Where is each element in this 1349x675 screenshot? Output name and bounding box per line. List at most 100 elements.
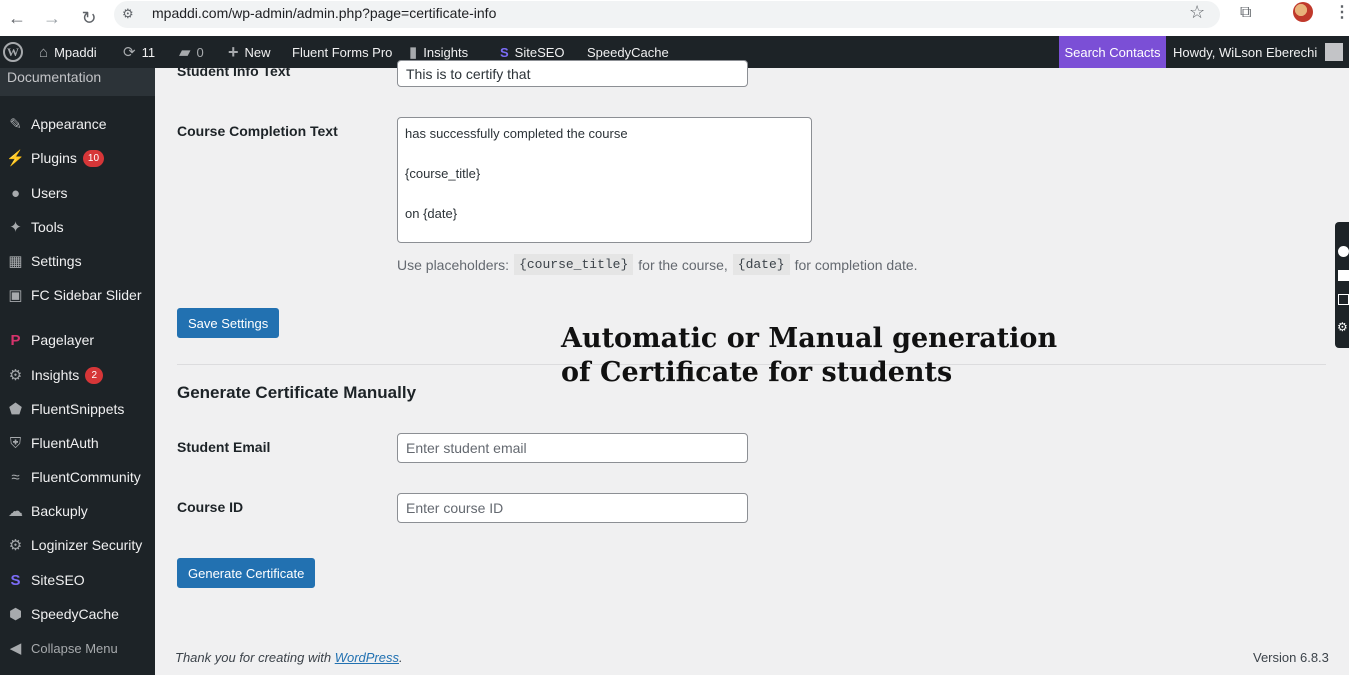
sidebar-item-label: Settings — [31, 253, 82, 269]
browser-menu-icon[interactable]: ⋮ — [1334, 2, 1349, 22]
updates-count: 11 — [141, 44, 156, 60]
updates-link[interactable]: ⟳ 11 — [123, 36, 155, 68]
reload-icon[interactable]: ↻ — [75, 4, 103, 32]
sidebar-item-label: Users — [31, 185, 68, 201]
bookmark-star-icon[interactable]: ☆ — [1189, 2, 1205, 23]
widget-outline-icon — [1338, 294, 1349, 305]
sidebar-item-pagelayer[interactable]: P Pagelayer — [0, 323, 155, 357]
collapse-menu-label: Collapse Menu — [31, 640, 118, 656]
speedycache-icon: ⬢ — [8, 606, 23, 623]
sidebar-item-insights[interactable]: ⚙ Insights 2 — [0, 358, 155, 392]
sidebar-item-fluentcommunity[interactable]: ≈ FluentCommunity — [0, 460, 155, 494]
user-avatar — [1325, 43, 1344, 61]
overlay-caption-line1: Automatic or Manual generation — [561, 323, 1058, 354]
sidebar-item-documentation[interactable]: Documentation — [0, 68, 155, 96]
browser-toolbar: ← → ↻ ⚙ mpaddi.com/wp-admin/admin.php?pa… — [0, 0, 1349, 36]
sidebar-item-label: Insights — [31, 367, 80, 383]
sidebar-item-tools[interactable]: ✦ Tools — [0, 210, 155, 244]
new-label: New — [244, 44, 271, 60]
footer-thanks-text: Thank you for creating with — [175, 650, 332, 665]
admin-sidebar: Documentation ✎ Appearance ⚡ Plugins 10 … — [0, 68, 155, 675]
sidebar-item-fc-sidebar-slider[interactable]: ▣ FC Sidebar Slider — [0, 278, 155, 312]
sidebar-item-label: FluentSnippets — [31, 401, 125, 417]
home-icon: ⌂ — [39, 43, 49, 61]
sidebar-item-loginizer-security[interactable]: ⚙ Loginizer Security — [0, 528, 155, 562]
plus-icon: + — [228, 41, 239, 62]
date-placeholder-code: {date} — [732, 254, 790, 275]
sidebar-item-label: FluentAuth — [31, 435, 99, 451]
updates-icon: ⟳ — [123, 44, 136, 61]
desc-middle: for the course, — [638, 256, 728, 273]
sidebar-item-fluentsnippets[interactable]: ⬟ FluentSnippets — [0, 392, 155, 426]
url-text[interactable]: mpaddi.com/wp-admin/admin.php?page=certi… — [152, 5, 496, 21]
site-name-link[interactable]: ⌂ Mpaddi — [39, 36, 97, 68]
search-contacts-button[interactable]: Search Contacts — [1059, 36, 1166, 68]
account-menu[interactable]: Howdy, WiLson Eberechi — [1173, 36, 1344, 68]
sidebar-item-label: Pagelayer — [31, 332, 95, 348]
collapse-menu-button[interactable]: ◀ Collapse Menu — [0, 631, 155, 665]
fluent-forms-link[interactable]: Fluent Forms Pro — [292, 36, 392, 68]
sidebar-item-label: Loginizer Security — [31, 537, 143, 553]
plugins-update-badge: 10 — [82, 149, 105, 167]
comment-icon: ▰ — [179, 44, 191, 61]
student-email-label: Student Email — [177, 439, 271, 455]
overlay-caption: Automatic or Manual generation of Certif… — [561, 322, 1081, 390]
extensions-icon[interactable]: ⧉ — [1240, 4, 1251, 22]
slider-icon: ▣ — [8, 287, 23, 304]
sidebar-item-appearance[interactable]: ✎ Appearance — [0, 107, 155, 141]
desc-suffix: for completion date. — [794, 256, 918, 273]
sidebar-item-users[interactable]: ● Users — [0, 176, 155, 210]
overlay-caption-line2: of Certificate for students — [561, 357, 953, 388]
save-settings-button[interactable]: Save Settings — [177, 308, 280, 338]
collapse-icon: ◀ — [9, 640, 22, 657]
sidebar-item-speedycache[interactable]: ⬢ SpeedyCache — [0, 597, 155, 631]
widget-gear-icon: ⚙ — [1337, 320, 1348, 334]
course-completion-label: Course Completion Text — [177, 123, 338, 139]
siteseo-label: SiteSEO — [514, 44, 565, 60]
sidebar-item-label: SpeedyCache — [31, 606, 119, 622]
generate-certificate-button[interactable]: Generate Certificate — [177, 558, 316, 588]
course-title-placeholder-code: {course_title} — [514, 254, 634, 275]
placeholder-description: Use placeholders: {course_title} for the… — [397, 254, 918, 275]
generate-manually-title: Generate Certificate Manually — [177, 383, 417, 402]
sidebar-item-label: SiteSEO — [31, 572, 85, 588]
wordpress-logo-icon[interactable]: W — [3, 36, 23, 68]
sidebar-item-label: Tools — [31, 219, 64, 235]
floating-side-widget[interactable]: ⚙ — [1335, 222, 1349, 348]
paintbrush-icon: ✎ — [9, 116, 22, 133]
course-completion-textarea[interactable]: has successfully completed the course {c… — [397, 117, 812, 243]
sidebar-item-plugins[interactable]: ⚡ Plugins 10 — [0, 141, 155, 175]
cloud-upload-icon: ☁ — [8, 503, 23, 520]
howdy-text: Howdy, WiLson Eberechi — [1173, 44, 1318, 60]
sidebar-item-siteseo[interactable]: S SiteSEO — [0, 563, 155, 597]
sidebar-item-settings[interactable]: ▦ Settings — [0, 244, 155, 278]
plugin-icon: ⚡ — [6, 150, 25, 167]
footer-thanks: Thank you for creating with WordPress. — [175, 650, 403, 665]
widget-square-icon — [1338, 270, 1349, 281]
student-info-input[interactable] — [397, 60, 748, 87]
forward-icon[interactable]: → — [38, 4, 66, 32]
users-icon: ● — [10, 184, 21, 202]
shield-icon: ⛨ — [9, 434, 22, 452]
sidebar-item-fluentauth[interactable]: ⛨ FluentAuth — [0, 426, 155, 460]
course-id-input[interactable] — [397, 493, 748, 523]
site-info-icon[interactable]: ⚙ — [122, 6, 134, 22]
sidebar-item-label: FC Sidebar Slider — [31, 287, 142, 303]
widget-circle-icon — [1338, 246, 1349, 257]
insights-badge: 2 — [85, 366, 104, 384]
siteseo-icon: S — [500, 44, 509, 60]
footer-version: Version 6.8.3 — [1253, 650, 1329, 665]
sidebar-item-backuply[interactable]: ☁ Backuply — [0, 494, 155, 528]
comments-count: 0 — [196, 44, 204, 60]
desc-prefix: Use placeholders: — [397, 256, 510, 273]
sidebar-item-label: Plugins — [31, 150, 77, 166]
code-shield-icon: ⬟ — [8, 401, 23, 418]
sidebar-item-label: FluentCommunity — [31, 469, 141, 485]
profile-avatar[interactable] — [1293, 2, 1313, 22]
student-email-input[interactable] — [397, 433, 748, 463]
footer-thanks-period: . — [399, 650, 403, 665]
siteseo-icon: S — [10, 571, 21, 589]
wordpress-link[interactable]: WordPress — [335, 650, 399, 665]
back-icon[interactable]: ← — [3, 4, 31, 32]
community-icon: ≈ — [11, 468, 20, 486]
